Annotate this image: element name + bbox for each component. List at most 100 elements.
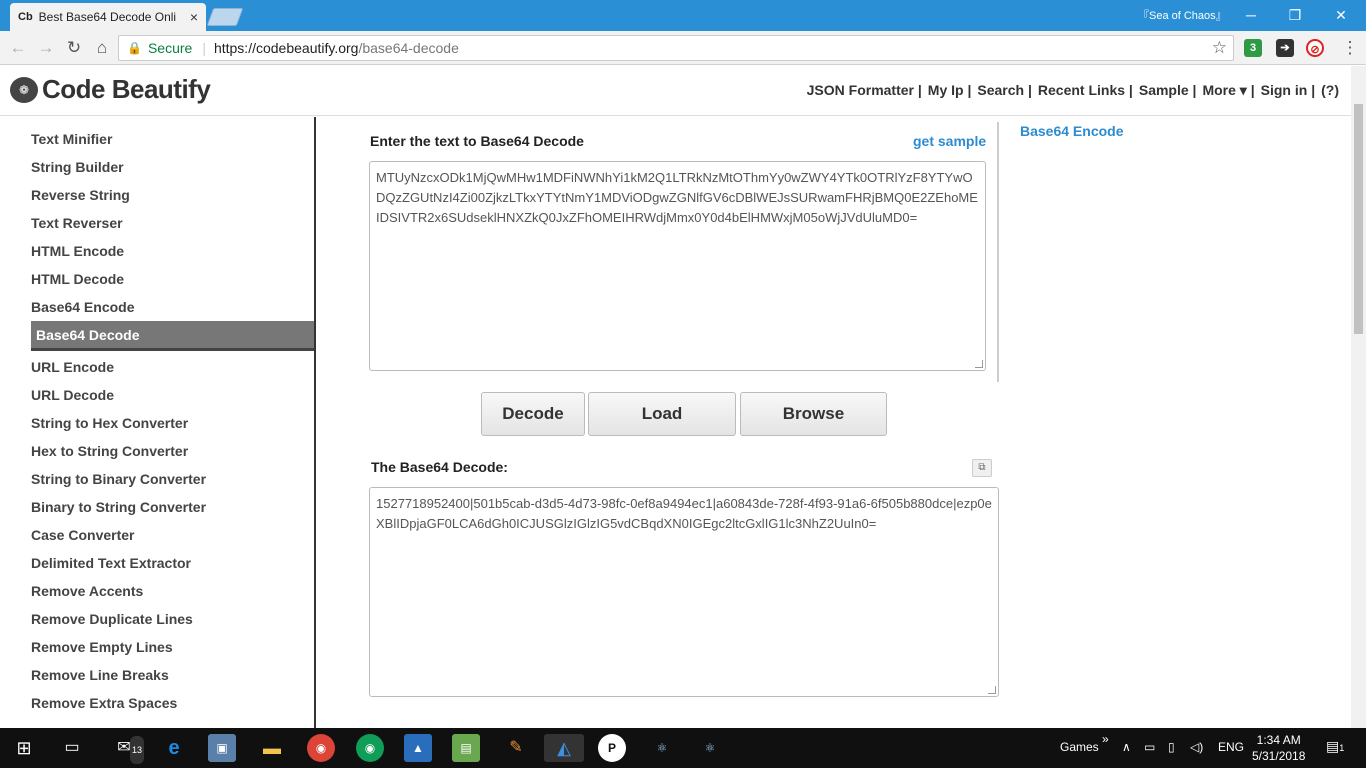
address-bar[interactable]: 🔒 Secure | https://codebeautify.org /bas… xyxy=(118,35,1234,61)
sidebar-item-html-encode[interactable]: HTML Encode xyxy=(31,243,124,259)
nav-help[interactable]: (?) xyxy=(1321,82,1339,99)
nav-json-formatter[interactable]: JSON Formatter | xyxy=(807,82,922,99)
sidebar-item-remove-accents[interactable]: Remove Accents xyxy=(31,583,143,599)
extension-block-icon[interactable]: ⊘ xyxy=(1306,39,1324,57)
task-view-icon[interactable]: ▭ xyxy=(58,734,86,762)
menu-kebab-icon[interactable]: ⋮ xyxy=(1338,37,1362,59)
close-window-icon[interactable]: ✕ xyxy=(1318,4,1364,26)
resize-handle[interactable] xyxy=(988,686,996,694)
clock-date: 5/31/2018 xyxy=(1252,749,1306,763)
bookmark-star-icon[interactable]: ☆ xyxy=(1212,38,1227,58)
image-viewer-icon[interactable]: ▣ xyxy=(208,734,236,762)
sidebar-item-text-minifier[interactable]: Text Minifier xyxy=(31,131,112,147)
nav-search[interactable]: Search | xyxy=(977,82,1032,99)
sidebar-item-case-converter[interactable]: Case Converter xyxy=(31,527,135,543)
scrollbar-thumb[interactable] xyxy=(1354,104,1363,334)
games-toolbar[interactable]: Games xyxy=(1060,740,1099,754)
shark-app-icon[interactable]: ◭ xyxy=(544,734,584,762)
sidebar-item-remove-duplicate-lines[interactable]: Remove Duplicate Lines xyxy=(31,611,193,627)
sidebar-item-string-to-binary[interactable]: String to Binary Converter xyxy=(31,471,206,487)
tab-close-icon[interactable]: × xyxy=(190,9,198,25)
paint-icon[interactable]: ✎ xyxy=(502,734,530,762)
battery-icon[interactable]: ▭ xyxy=(1144,740,1155,754)
sidebar-item-base64-encode[interactable]: Base64 Encode xyxy=(31,299,135,315)
sidebar-item-hex-to-string[interactable]: Hex to String Converter xyxy=(31,443,188,459)
output-label: The Base64 Decode: xyxy=(371,459,508,475)
input-textarea-value: MTUyNzcxODk1MjQwMHw1MDFiNWNhYi1kM2Q1LTRk… xyxy=(376,170,978,225)
edge-icon[interactable]: e xyxy=(160,734,188,762)
sidebar-item-reverse-string[interactable]: Reverse String xyxy=(31,187,130,203)
sidebar-item-binary-to-string[interactable]: Binary to String Converter xyxy=(31,499,206,515)
windows-taskbar: ⊞ ▭ ✉ 13 e ▣ ▬ ◉ ◉ ▲ ▤ ✎ ◭ P ⚛ ⚛ Games » … xyxy=(0,728,1366,768)
nav-recent-links[interactable]: Recent Links | xyxy=(1038,82,1133,99)
url-host: https://codebeautify.org xyxy=(213,40,359,56)
back-icon[interactable]: ← xyxy=(6,37,30,59)
sidebar-item-base64-decode[interactable]: Base64 Decode xyxy=(31,321,314,351)
sidebar-item-remove-line-breaks[interactable]: Remove Line Breaks xyxy=(31,667,169,683)
clock[interactable]: 1:34 AM 5/31/2018 xyxy=(1252,732,1305,764)
load-button[interactable]: Load xyxy=(588,392,736,436)
resize-handle[interactable] xyxy=(975,360,983,368)
sidebar-item-delimited-text-extractor[interactable]: Delimited Text Extractor xyxy=(31,555,191,571)
nav-sample[interactable]: Sample | xyxy=(1139,82,1197,99)
photos-icon[interactable]: ▲ xyxy=(404,734,432,762)
file-explorer-icon[interactable]: ▬ xyxy=(258,734,286,762)
restore-icon[interactable]: ❐ xyxy=(1272,4,1318,26)
sidebar-item-string-to-hex[interactable]: String to Hex Converter xyxy=(31,415,188,431)
start-icon[interactable]: ⊞ xyxy=(10,734,38,762)
top-navigation: JSON Formatter | My Ip | Search | Recent… xyxy=(807,82,1339,99)
sidebar-item-text-reverser[interactable]: Text Reverser xyxy=(31,215,123,231)
p-app-icon[interactable]: P xyxy=(598,734,626,762)
page-scrollbar[interactable] xyxy=(1351,66,1366,728)
omnibox-divider: | xyxy=(202,40,206,56)
clock-time: 1:34 AM xyxy=(1256,733,1301,747)
forward-icon[interactable]: → xyxy=(34,37,58,59)
logo-brain-icon: ❁ xyxy=(10,76,38,103)
content-divider xyxy=(997,122,999,382)
output-textarea-value: 1527718952400|501b5cab-d3d5-4d73-98fc-0e… xyxy=(376,496,992,531)
chrome-icon[interactable]: ◉ xyxy=(356,734,384,762)
output-textarea[interactable]: 1527718952400|501b5cab-d3d5-4d73-98fc-0e… xyxy=(369,487,999,697)
notification-icon[interactable]: ▤1 xyxy=(1326,738,1344,755)
network-icon[interactable]: ▯ xyxy=(1168,740,1175,754)
get-sample-link[interactable]: get sample xyxy=(913,133,986,149)
input-label: Enter the text to Base64 Decode xyxy=(370,133,584,149)
site-header: ❁ Code Beautify JSON Formatter | My Ip |… xyxy=(0,66,1351,116)
tray-chevron-icon[interactable]: ∧ xyxy=(1122,740,1131,754)
sidebar-item-url-decode[interactable]: URL Decode xyxy=(31,387,114,403)
new-tab-button[interactable] xyxy=(206,8,244,26)
electron-icon-1[interactable]: ⚛ xyxy=(648,734,676,762)
nav-my-ip[interactable]: My Ip | xyxy=(928,82,972,99)
mail-icon[interactable]: ✉ 13 xyxy=(110,734,144,764)
nav-more[interactable]: More ▾ | xyxy=(1202,82,1254,99)
toolbar-expand-icon[interactable]: » xyxy=(1102,732,1109,746)
electron-icon-2[interactable]: ⚛ xyxy=(696,734,724,762)
sidebar-item-html-decode[interactable]: HTML Decode xyxy=(31,271,124,287)
lock-icon: 🔒 xyxy=(127,41,142,55)
minimize-icon[interactable]: ─ xyxy=(1228,4,1274,26)
sidebar-item-url-encode[interactable]: URL Encode xyxy=(31,359,114,375)
mail-badge: 13 xyxy=(129,736,144,764)
sidebar-item-remove-empty-lines[interactable]: Remove Empty Lines xyxy=(31,639,173,655)
browser-tab[interactable]: Cb Best Base64 Decode Onli × xyxy=(10,3,206,31)
nav-sign-in[interactable]: Sign in | xyxy=(1261,82,1315,99)
reload-icon[interactable]: ↻ xyxy=(62,37,86,59)
volume-icon[interactable]: ◁) xyxy=(1190,740,1203,754)
copy-icon[interactable]: ⧉ xyxy=(972,459,992,477)
extension-badge: 3 xyxy=(1249,42,1257,54)
site-logo[interactable]: ❁ Code Beautify xyxy=(10,74,211,105)
browser-titlebar: Cb Best Base64 Decode Onli × 『Sea of Cha… xyxy=(0,0,1366,31)
home-icon[interactable]: ⌂ xyxy=(90,37,114,59)
extension-shield-icon[interactable]: 3 xyxy=(1244,39,1262,57)
extension-arrow-icon[interactable]: ➔ xyxy=(1276,39,1294,57)
language-indicator[interactable]: ENG xyxy=(1218,740,1244,754)
url-path: /base64-decode xyxy=(358,40,459,56)
sidebar-item-string-builder[interactable]: String Builder xyxy=(31,159,124,175)
browse-button[interactable]: Browse xyxy=(740,392,887,436)
decode-button[interactable]: Decode xyxy=(481,392,585,436)
base64-encode-link[interactable]: Base64 Encode xyxy=(1020,123,1124,139)
chrome-dev-icon[interactable]: ◉ xyxy=(307,734,335,762)
sidebar-item-remove-extra-spaces[interactable]: Remove Extra Spaces xyxy=(31,695,177,711)
chart-app-icon[interactable]: ▤ xyxy=(452,734,480,762)
input-textarea[interactable]: MTUyNzcxODk1MjQwMHw1MDFiNWNhYi1kM2Q1LTRk… xyxy=(369,161,986,371)
